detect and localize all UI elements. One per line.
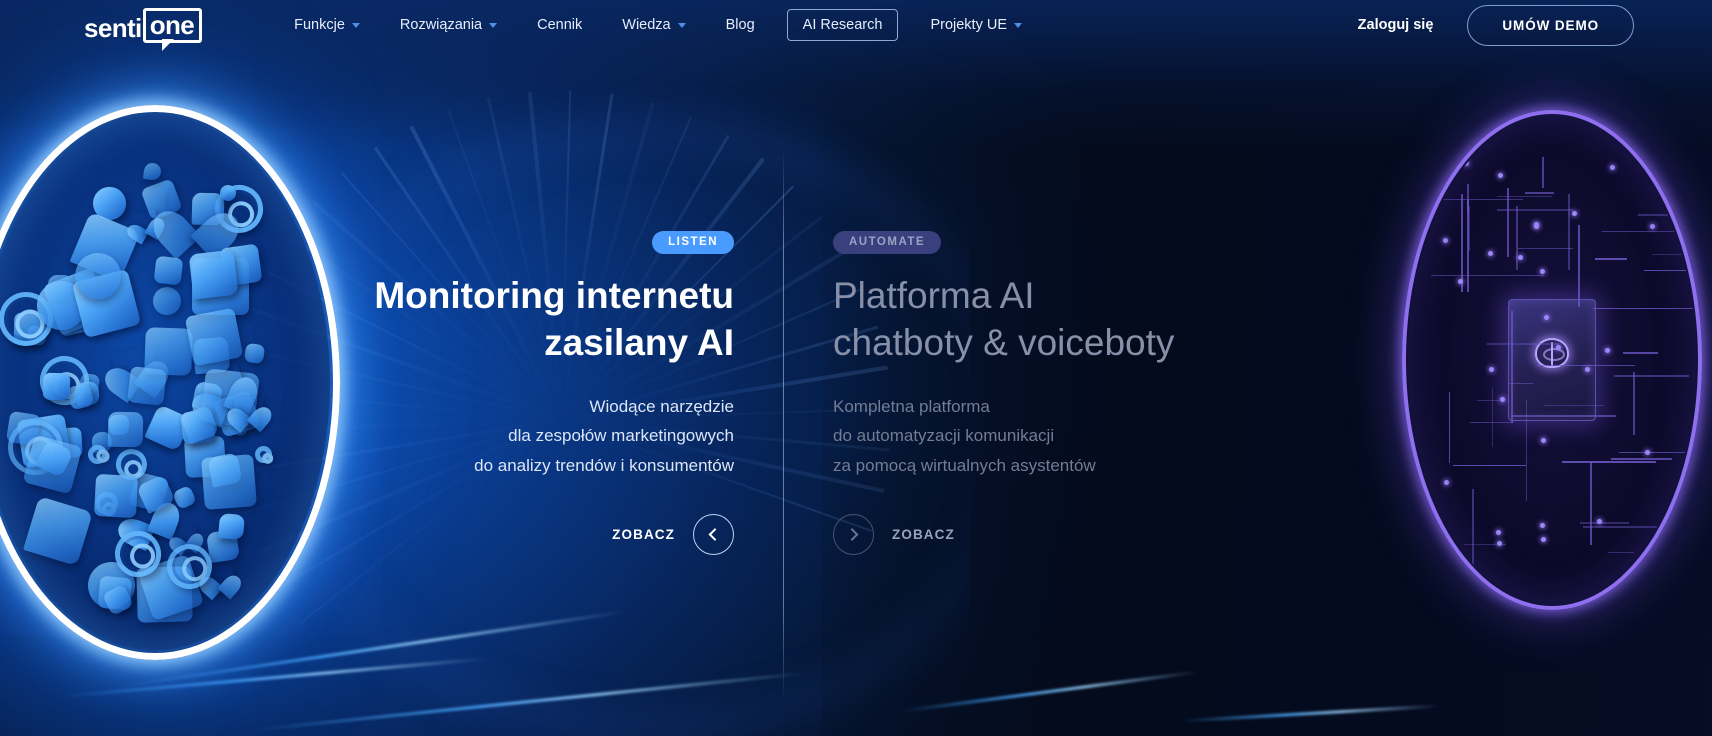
chevron-right-icon [846,528,859,541]
slide-title-automate: Platforma AI chatboty & voiceboty [833,273,1174,366]
header-actions: Zaloguj się UMÓW DEMO [1358,5,1634,46]
hero-slider: LISTEN Monitoring internetu zasilany AI … [0,50,1712,736]
slide-subtitle-line1: Kompletna platforma [833,392,1096,421]
nav-item-label: Wiedza [622,17,670,33]
slide-cta-automate[interactable]: ZOBACZ [833,514,955,555]
cta-label-automate: ZOBACZ [892,527,955,542]
nav-item-label: AI Research [803,17,883,33]
slide-title-line1: Monitoring internetu [374,275,734,316]
cta-label-listen: ZOBACZ [612,527,675,542]
nav-item-projekty-ue[interactable]: Projekty UE [910,10,1042,40]
chevron-down-icon [678,23,686,28]
logo-text-one: one [150,12,194,38]
nav-item-label: Blog [726,17,755,33]
nav-item-label: Cennik [537,17,582,33]
nav-item-blog[interactable]: Blog [706,10,775,40]
nav-item-wiedza[interactable]: Wiedza [602,10,705,40]
prev-slide-button[interactable] [693,514,734,555]
chevron-left-icon [709,528,722,541]
slide-subtitle-automate: Kompletna platforma do automatyzacji kom… [833,392,1096,480]
slide-badge-automate: AUTOMATE [833,231,941,254]
slide-title-line2: zasilany AI [544,322,734,363]
nav-item-ai-research[interactable]: AI Research [787,9,899,41]
slide-badge-listen: LISTEN [652,231,734,254]
slide-subtitle-line3: za pomocą wirtualnych asystentów [833,451,1096,480]
nav-item-label: Funkcje [294,17,345,33]
chevron-down-icon [1014,23,1022,28]
slide-subtitle-line3: do analizy trendów i konsumentów [474,451,734,480]
next-slide-button[interactable] [833,514,874,555]
slide-cta-listen[interactable]: ZOBACZ [612,514,734,555]
nav-item-funkcje[interactable]: Funkcje [274,10,380,40]
hero-slide-automate: AUTOMATE Platforma AI chatboty & voicebo… [783,50,1712,736]
nav-item-rozwi-zania[interactable]: Rozwiązania [380,10,517,40]
site-header: senti one Funkcje Rozwiązania Cennik Wiedza… [0,0,1712,50]
nav-item-label: Rozwiązania [400,17,482,33]
book-demo-button[interactable]: UMÓW DEMO [1467,5,1634,46]
slide-subtitle-line1: Wiodące narzędzie [474,392,734,421]
chevron-down-icon [352,23,360,28]
logo[interactable]: senti one [84,8,202,43]
slide-title-line1: Platforma AI [833,275,1035,316]
slide-subtitle-listen: Wiodące narzędzie dla zespołów marketing… [474,392,734,480]
nav-item-cennik[interactable]: Cennik [517,10,602,40]
logo-speech-bubble-icon: one [143,8,202,43]
main-navigation: Funkcje Rozwiązania Cennik Wiedza Blog AI Res… [274,9,1042,41]
slide-subtitle-line2: dla zespołów marketingowych [474,421,734,450]
chevron-down-icon [489,23,497,28]
slide-subtitle-line2: do automatyzacji komunikacji [833,421,1096,450]
nav-item-label: Projekty UE [930,17,1007,33]
slide-title-line2: chatboty & voiceboty [833,322,1174,363]
slide-title-listen: Monitoring internetu zasilany AI [374,273,734,366]
login-link[interactable]: Zaloguj się [1358,17,1434,33]
logo-text-senti: senti [84,15,142,43]
hero-slide-listen: LISTEN Monitoring internetu zasilany AI … [0,50,783,736]
